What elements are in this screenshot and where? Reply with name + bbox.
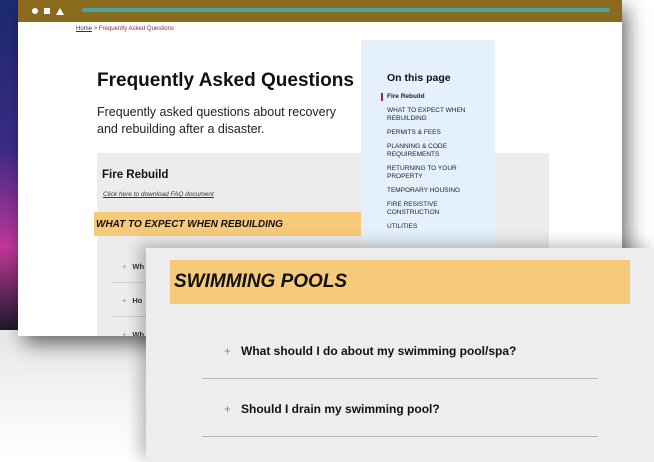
toc-item-fire-resistive[interactable]: FIRE RESISTIVE CONSTRUCTION xyxy=(387,201,487,217)
toc-item-fire-rebuild[interactable]: Fire Rebuild xyxy=(381,93,487,101)
window-titlebar xyxy=(18,0,622,22)
plus-icon: + xyxy=(122,262,127,271)
page-subtitle: Frequently asked questions about recover… xyxy=(97,105,337,136)
plus-icon: + xyxy=(224,344,232,358)
download-faq-link[interactable]: Click here to download FAQ document xyxy=(103,191,214,198)
faq-item-label: Wh xyxy=(132,330,145,336)
swimming-pools-title: SWIMMING POOLS xyxy=(174,271,348,292)
toc-item-utilities[interactable]: UTILITIES xyxy=(387,223,487,231)
toc-item-permits[interactable]: PERMITS & FEES xyxy=(387,129,487,137)
faq-item[interactable]: + Wh xyxy=(122,330,144,336)
section-title: Fire Rebuild xyxy=(102,169,169,181)
page-title: Frequently Asked Questions xyxy=(97,70,354,91)
swimming-pools-header: SWIMMING POOLS xyxy=(170,260,630,304)
faq-question-label: Should I drain my swimming pool? xyxy=(241,402,440,416)
faq-item[interactable]: + Wh xyxy=(122,262,144,271)
address-bar[interactable] xyxy=(82,8,610,12)
toc-item-what-to-expect[interactable]: WHAT TO EXPECT WHEN REBUILDING xyxy=(387,107,487,123)
faq-question-pool-spa[interactable]: + What should I do about my swimming poo… xyxy=(224,344,516,358)
section-highlight-label: WHAT TO EXPECT WHEN REBUILDING xyxy=(96,218,283,230)
plus-icon: + xyxy=(122,296,127,305)
section-highlight: WHAT TO EXPECT WHEN REBUILDING xyxy=(94,212,362,236)
plus-icon: + xyxy=(224,402,232,416)
breadcrumb: Home > Frequently Asked Questions xyxy=(76,26,174,32)
window-triangle-icon[interactable] xyxy=(56,7,64,15)
faq-item-label: Ho xyxy=(132,296,143,305)
breadcrumb-separator: > xyxy=(93,26,98,32)
plus-icon: + xyxy=(122,330,127,336)
breadcrumb-home-link[interactable]: Home xyxy=(76,26,92,32)
toc-title: On this page xyxy=(387,72,451,84)
breadcrumb-current: Frequently Asked Questions xyxy=(98,26,174,32)
toc-item-temporary-housing[interactable]: TEMPORARY HOUSING xyxy=(387,187,487,195)
faq-item-label: Wh xyxy=(132,262,145,271)
faq-item[interactable]: + Ho xyxy=(122,296,142,305)
toc-list: Fire Rebuild WHAT TO EXPECT WHEN REBUILD… xyxy=(381,93,487,237)
window-square-icon[interactable] xyxy=(44,8,50,14)
on-this-page-sidebar: On this page Fire Rebuild WHAT TO EXPECT… xyxy=(361,40,495,270)
faq-divider xyxy=(202,378,598,379)
faq-divider xyxy=(202,436,598,437)
toc-item-returning[interactable]: RETURNING TO YOUR PROPERTY xyxy=(387,165,487,181)
faq-question-label: What should I do about my swimming pool/… xyxy=(241,344,517,358)
toc-item-planning[interactable]: PLANNING & CODE REQUIREMENTS xyxy=(387,143,487,159)
window-circle-icon[interactable] xyxy=(32,8,38,14)
faq-question-drain-pool[interactable]: + Should I drain my swimming pool? xyxy=(224,402,440,416)
